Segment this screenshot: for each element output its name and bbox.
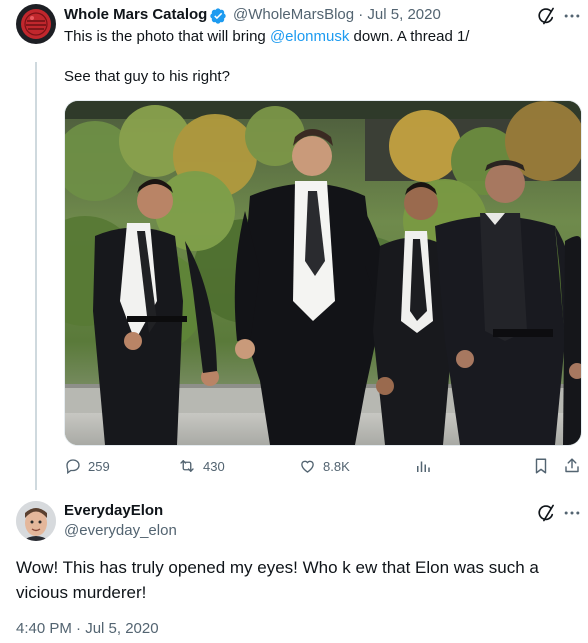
tweet-photo[interactable] [64, 100, 582, 446]
photo-men-walking [65, 101, 581, 445]
grok-icon[interactable] [536, 6, 556, 26]
like-button[interactable]: 8.8K [298, 457, 350, 475]
like-icon [298, 457, 317, 475]
timestamp[interactable]: 4:40 PM · Jul 5, 2020 [16, 619, 159, 639]
retweet-count: 430 [203, 458, 225, 474]
reply-button[interactable]: 259 [64, 457, 110, 475]
analytics-button[interactable] [414, 457, 432, 475]
like-count: 8.8K [323, 458, 350, 474]
analytics-icon [414, 457, 432, 475]
mention-link[interactable]: @elonmusk [270, 28, 349, 45]
whole-mars-logo-icon [21, 9, 51, 39]
handle[interactable]: @everyday_elon [64, 521, 177, 541]
grok-icon[interactable] [536, 503, 556, 523]
avatar-whole-mars[interactable] [16, 4, 56, 44]
tweet-text-prefix: This is the photo that will bring [64, 28, 270, 45]
bookmark-icon [533, 457, 549, 475]
handle-and-date[interactable]: @WholeMarsBlog · Jul 5, 2020 [233, 5, 441, 25]
more-icon[interactable] [562, 503, 582, 523]
retweet-icon [177, 457, 197, 475]
display-name[interactable]: Whole Mars Catalog [64, 5, 207, 25]
more-icon[interactable] [562, 6, 582, 26]
thread-connector-line [35, 62, 37, 490]
reply-text: Wow! This has truly opened my eyes! Who … [16, 558, 539, 602]
everyday-elon-avatar-icon [16, 501, 56, 541]
reply-count: 259 [88, 458, 110, 474]
tweet-text-line1: This is the photo that will bring @elonm… [64, 27, 469, 47]
bookmark-button[interactable] [533, 457, 549, 475]
share-icon [563, 456, 581, 475]
tweet-text-line2: See that guy to his right? [64, 68, 230, 85]
display-name[interactable]: EverydayElon [64, 501, 163, 521]
share-button[interactable] [563, 456, 581, 475]
retweet-button[interactable]: 430 [177, 457, 225, 475]
avatar-everyday-elon[interactable] [16, 501, 56, 541]
reply-icon [64, 457, 82, 475]
verified-badge-icon [209, 7, 227, 25]
tweet-text-suffix: down. A thread 1/ [349, 28, 470, 45]
